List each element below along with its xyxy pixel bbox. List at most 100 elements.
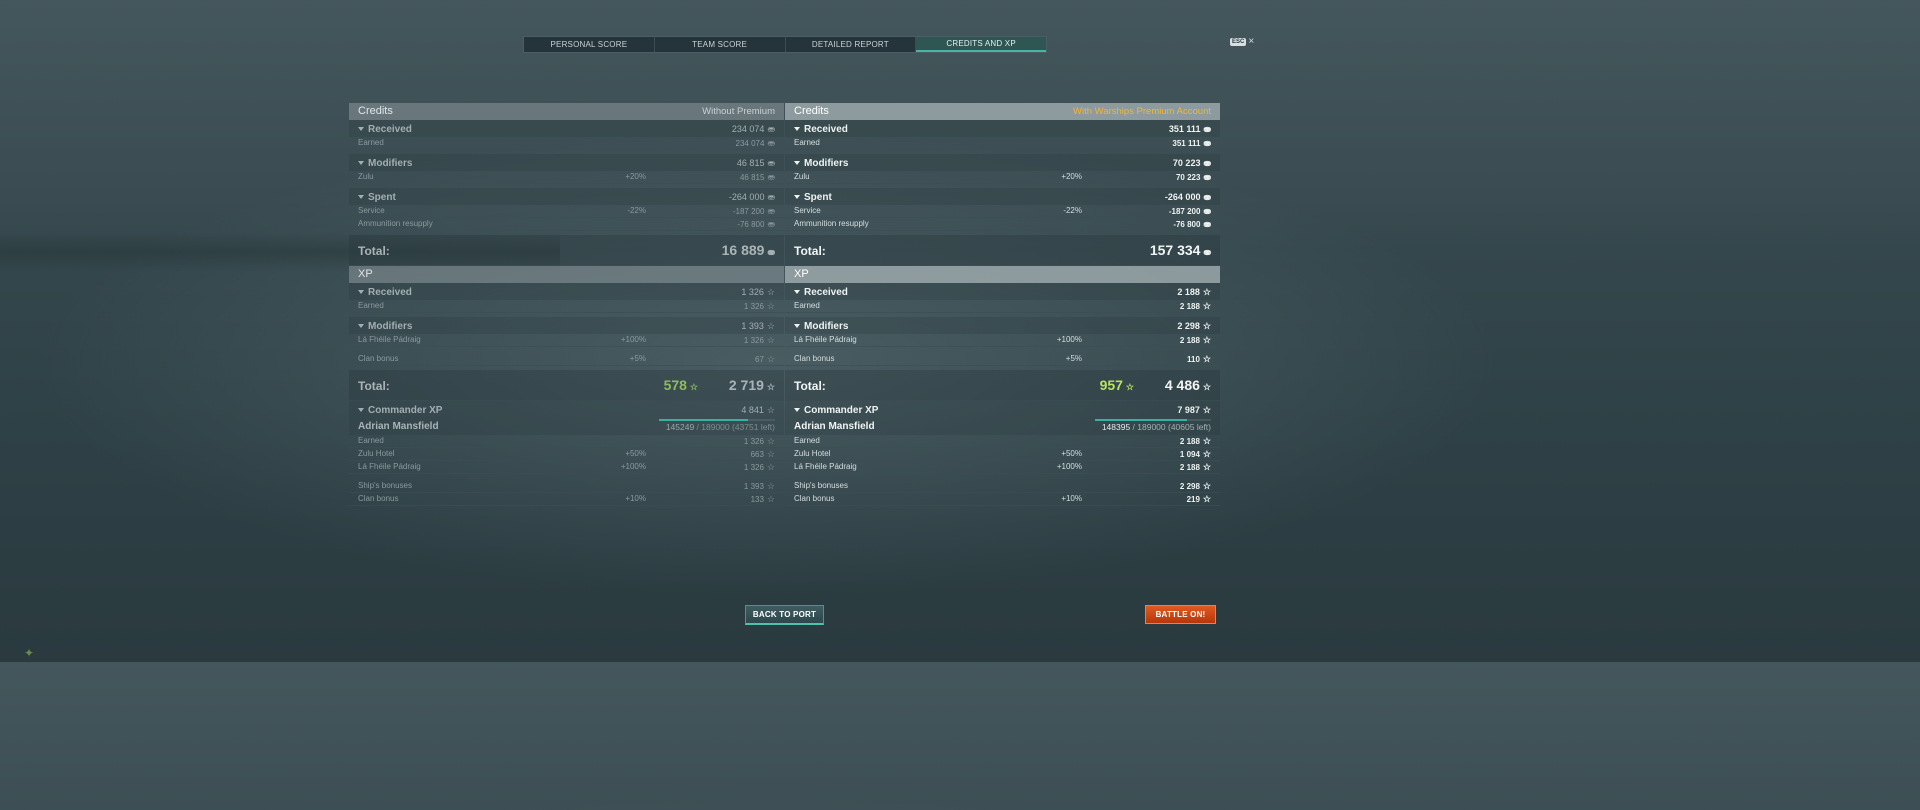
commander-xp-section[interactable]: Commander XP 7 987 ☆ (785, 401, 1220, 418)
row-value: 1 326 (743, 336, 764, 345)
credits-coin-icon: ⛂ (1203, 206, 1211, 216)
row-label: Clan bonus (358, 494, 399, 503)
section-label: Received (804, 287, 848, 298)
credits-coin-icon: ⛂ (767, 192, 775, 202)
row-value: 2 188 (1179, 336, 1200, 345)
row-value: -187 200 (732, 207, 765, 216)
earned-row: Earned 234 074 ⛂ (349, 137, 784, 150)
row-percent: +50% (625, 449, 646, 458)
row-percent: +20% (625, 172, 646, 181)
xp-modifiers-section[interactable]: Modifiers 2 298 ☆ (785, 317, 1220, 334)
row-value: 2 188 (1179, 463, 1200, 472)
spent-section[interactable]: Spent -264 000 ⛂ (349, 188, 784, 205)
xp-star-icon: ☆ (766, 301, 775, 311)
section-value: 70 223 (1172, 158, 1201, 168)
xp-star-icon: ☆ (1202, 436, 1211, 446)
credits-coin-icon: ⛂ (767, 206, 775, 216)
credits-header: Credits Without Premium (349, 103, 784, 120)
spent-section[interactable]: Spent -264 000 ⛂ (785, 188, 1220, 205)
service-row: Service -22% -187 200 ⛂ (785, 205, 1220, 218)
collapse-arrow-icon (358, 161, 364, 165)
row-percent: -22% (627, 206, 646, 215)
xp-star-icon: ☆ (1202, 481, 1211, 491)
row-label: Service (794, 206, 821, 215)
progress-fill (659, 419, 749, 421)
credits-coin-icon: ⛂ (767, 158, 775, 168)
section-value: 7 987 (1177, 405, 1200, 415)
xp-star-icon: ☆ (1202, 301, 1211, 311)
xp-title: XP (358, 268, 373, 280)
xp-received-section[interactable]: Received 1 326 ☆ (349, 283, 784, 300)
row-value: -187 200 (1168, 207, 1201, 216)
section-label: Commander XP (804, 405, 879, 416)
back-to-port-button[interactable]: BACK TO PORT (745, 605, 824, 625)
collapse-arrow-icon (794, 161, 800, 165)
section-value: -264 000 (728, 192, 765, 202)
row-value: 2 188 (1179, 302, 1200, 311)
row-percent: +5% (629, 354, 646, 363)
xp-star-icon: ☆ (1202, 449, 1211, 459)
row-value: 1 326 (743, 302, 764, 311)
total-label: Total: (794, 244, 826, 258)
row-value: 219 (1186, 495, 1200, 504)
xp-star-icon: ☆ (1202, 405, 1211, 415)
row-label: Lá Fhéile Pádraig (358, 462, 421, 471)
section-label: Modifiers (804, 321, 849, 332)
total-value: 4 486 (1164, 377, 1200, 393)
received-section[interactable]: Received 234 074 ⛂ (349, 120, 784, 137)
commander-name: Adrian Mansfield (358, 421, 439, 432)
battle-on-button[interactable]: BATTLE ON! (1145, 605, 1216, 624)
collapse-arrow-icon (794, 408, 800, 412)
section-label: Received (368, 124, 412, 135)
commander-clan-row: Clan bonus +10% 219 ☆ (785, 493, 1220, 506)
xp-modifiers-section[interactable]: Modifiers 1 393 ☆ (349, 317, 784, 334)
row-value: 2 298 (1179, 482, 1200, 491)
xp-star-icon: ☆ (1202, 462, 1211, 472)
section-label: Modifiers (368, 158, 413, 169)
row-label: Clan bonus (358, 354, 399, 363)
credits-coin-icon: ⛂ (1203, 172, 1211, 182)
tab-credits-and-xp[interactable]: CREDITS AND XP (916, 37, 1046, 52)
commander-zulu-row: Zulu Hotel +50% 663 ☆ (349, 448, 784, 461)
row-label: Zulu Hotel (794, 449, 831, 458)
row-percent: +100% (620, 462, 646, 471)
row-label: Earned (794, 436, 820, 445)
xp-received-section[interactable]: Received 2 188 ☆ (785, 283, 1220, 300)
xp-star-icon: ☆ (1202, 321, 1211, 331)
section-value: 234 074 (731, 124, 765, 134)
tab-bar: PERSONAL SCORE TEAM SCORE DETAILED REPOR… (523, 36, 1047, 53)
ammo-row: Ammunition resupply -76 800 ⛂ (785, 218, 1220, 231)
free-xp-value: 578 (663, 377, 687, 393)
row-label: Lá Fhéile Pádraig (358, 335, 421, 344)
total-value: 2 719 (728, 377, 764, 393)
row-value: 1 094 (1179, 450, 1200, 459)
collapse-arrow-icon (794, 195, 800, 199)
progress-rest: / 189000 (40605 left) (1130, 422, 1211, 432)
received-section[interactable]: Received 351 111 ⛂ (785, 120, 1220, 137)
row-value: 70 223 (1175, 173, 1201, 182)
zulu-row: Zulu +20% 46 815 ⛂ (349, 171, 784, 184)
modifiers-section[interactable]: Modifiers 46 815 ⛂ (349, 154, 784, 171)
tab-personal-score[interactable]: PERSONAL SCORE (524, 37, 655, 52)
row-label: Zulu Hotel (358, 449, 395, 458)
panel-without-premium: Credits Without Premium Received 234 074… (349, 103, 784, 506)
close-icon: × (1248, 36, 1255, 47)
modifiers-section[interactable]: Modifiers 70 223 ⛂ (785, 154, 1220, 171)
section-value: 2 298 (1177, 321, 1200, 331)
premium-label: Without Premium (702, 106, 775, 117)
tab-detailed-report[interactable]: DETAILED REPORT (786, 37, 917, 52)
row-value: -76 800 (737, 220, 765, 229)
xp-star-icon: ☆ (766, 462, 775, 472)
section-value: 46 815 (736, 158, 765, 168)
total-label: Total: (358, 244, 390, 258)
commander-xp-section[interactable]: Commander XP 4 841 ☆ (349, 401, 784, 418)
tab-team-score[interactable]: TEAM SCORE (655, 37, 786, 52)
row-value: 1 326 (743, 463, 764, 472)
close-button[interactable]: ESC × (1230, 37, 1254, 47)
row-percent: +50% (1061, 449, 1082, 458)
xp-clan-row: Clan bonus +5% 67 ☆ (349, 353, 784, 366)
row-value: 110 (1187, 355, 1200, 364)
section-label: Modifiers (804, 158, 849, 169)
section-label: Spent (804, 192, 832, 203)
commander-progress-bar (1095, 419, 1211, 421)
